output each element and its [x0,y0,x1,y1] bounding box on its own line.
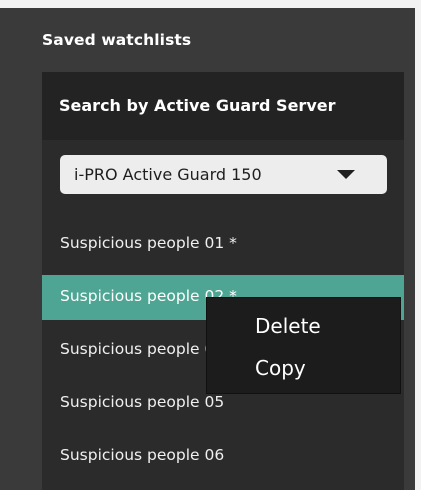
watchlist-item-label: Suspicious people 06 [60,446,225,464]
watchlist-item-label: Suspicious people 05 [60,393,225,411]
search-by-server-label: Search by Active Guard Server [59,96,336,115]
watchlist-item[interactable]: Suspicious people 06 [42,434,404,479]
watchlist-item-label: Suspicious people 03 [60,340,225,358]
menu-item-delete-label: Delete [255,314,321,338]
server-select-value: i-PRO Active Guard 150 [74,165,262,184]
top-edge-strip [0,0,421,8]
panel-header: Search by Active Guard Server [42,72,404,140]
saved-watchlists-panel: Search by Active Guard Server i-PRO Acti… [42,72,404,490]
watchlist-item[interactable]: Suspicious people 01 * [42,222,404,267]
chevron-down-icon [337,170,355,179]
menu-item-copy[interactable]: Copy [207,346,400,390]
right-edge-strip [415,0,421,490]
server-select-dropdown[interactable]: i-PRO Active Guard 150 [60,155,387,194]
menu-item-copy-label: Copy [255,356,306,380]
watchlist-item-label: Suspicious people 01 * [60,234,237,252]
section-title: Saved watchlists [42,31,192,49]
watchlist-screen: Saved watchlists Search by Active Guard … [0,0,421,490]
menu-item-delete[interactable]: Delete [207,304,400,348]
watchlist-context-menu: Delete Copy [206,297,401,394]
